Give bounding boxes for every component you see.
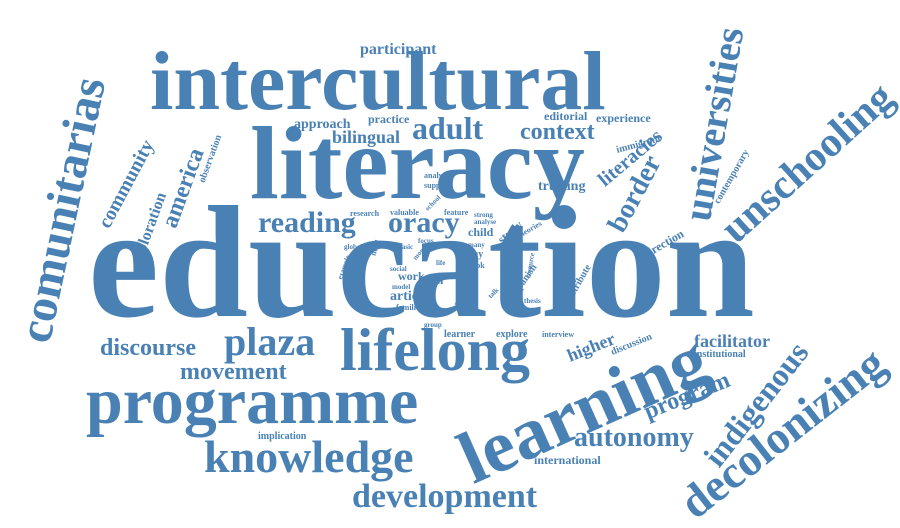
word-cloud: education literacy intercultural learnin… — [0, 0, 900, 528]
word-group: group — [424, 321, 442, 329]
word-feature: feature — [444, 208, 469, 217]
word-autonomy: autonomy — [574, 422, 694, 453]
word-participant: participant — [360, 41, 437, 58]
word-social: social — [390, 265, 407, 273]
word-support: support — [424, 181, 451, 190]
word-article: article — [390, 289, 429, 304]
word-approach: approach — [294, 117, 351, 132]
word-plaza: plaza — [224, 319, 316, 364]
word-model: model — [392, 283, 411, 291]
word-valuable: valuable — [390, 208, 419, 217]
word-editorial: editorial — [544, 109, 588, 123]
word-life: life — [436, 259, 446, 267]
word-adult: adult — [412, 110, 484, 146]
word-look: look — [470, 261, 485, 270]
word-institutional: institutional — [694, 349, 746, 360]
word-learner: learner — [444, 329, 476, 340]
word-international: international — [534, 453, 601, 467]
word-global: global — [344, 243, 363, 251]
word-implication: implication — [258, 431, 307, 442]
word-many: many — [468, 241, 485, 249]
word-basic: basic — [398, 243, 414, 251]
word-analyse: analyse — [474, 218, 497, 226]
word-trusting: trusting — [538, 179, 586, 194]
word-families: families — [396, 303, 423, 312]
word-reading: reading — [258, 206, 356, 239]
word-facilitator: facilitator — [694, 331, 770, 351]
word-child: child — [468, 225, 494, 239]
word-way: way — [466, 249, 484, 260]
word-development: development — [352, 478, 538, 515]
word-context: context — [520, 119, 595, 145]
word-knowledge: knowledge — [204, 431, 414, 482]
word-interview: interview — [542, 330, 574, 339]
word-movement: movement — [180, 359, 287, 385]
word-practice: practice — [368, 112, 410, 126]
word-research: research — [350, 209, 380, 218]
word-explore: explore — [496, 329, 528, 340]
word-discourse: discourse — [100, 335, 196, 361]
word-experience: experience — [596, 111, 651, 125]
word-thesis: thesis — [524, 297, 541, 305]
word-analysis: analysis — [424, 171, 452, 180]
